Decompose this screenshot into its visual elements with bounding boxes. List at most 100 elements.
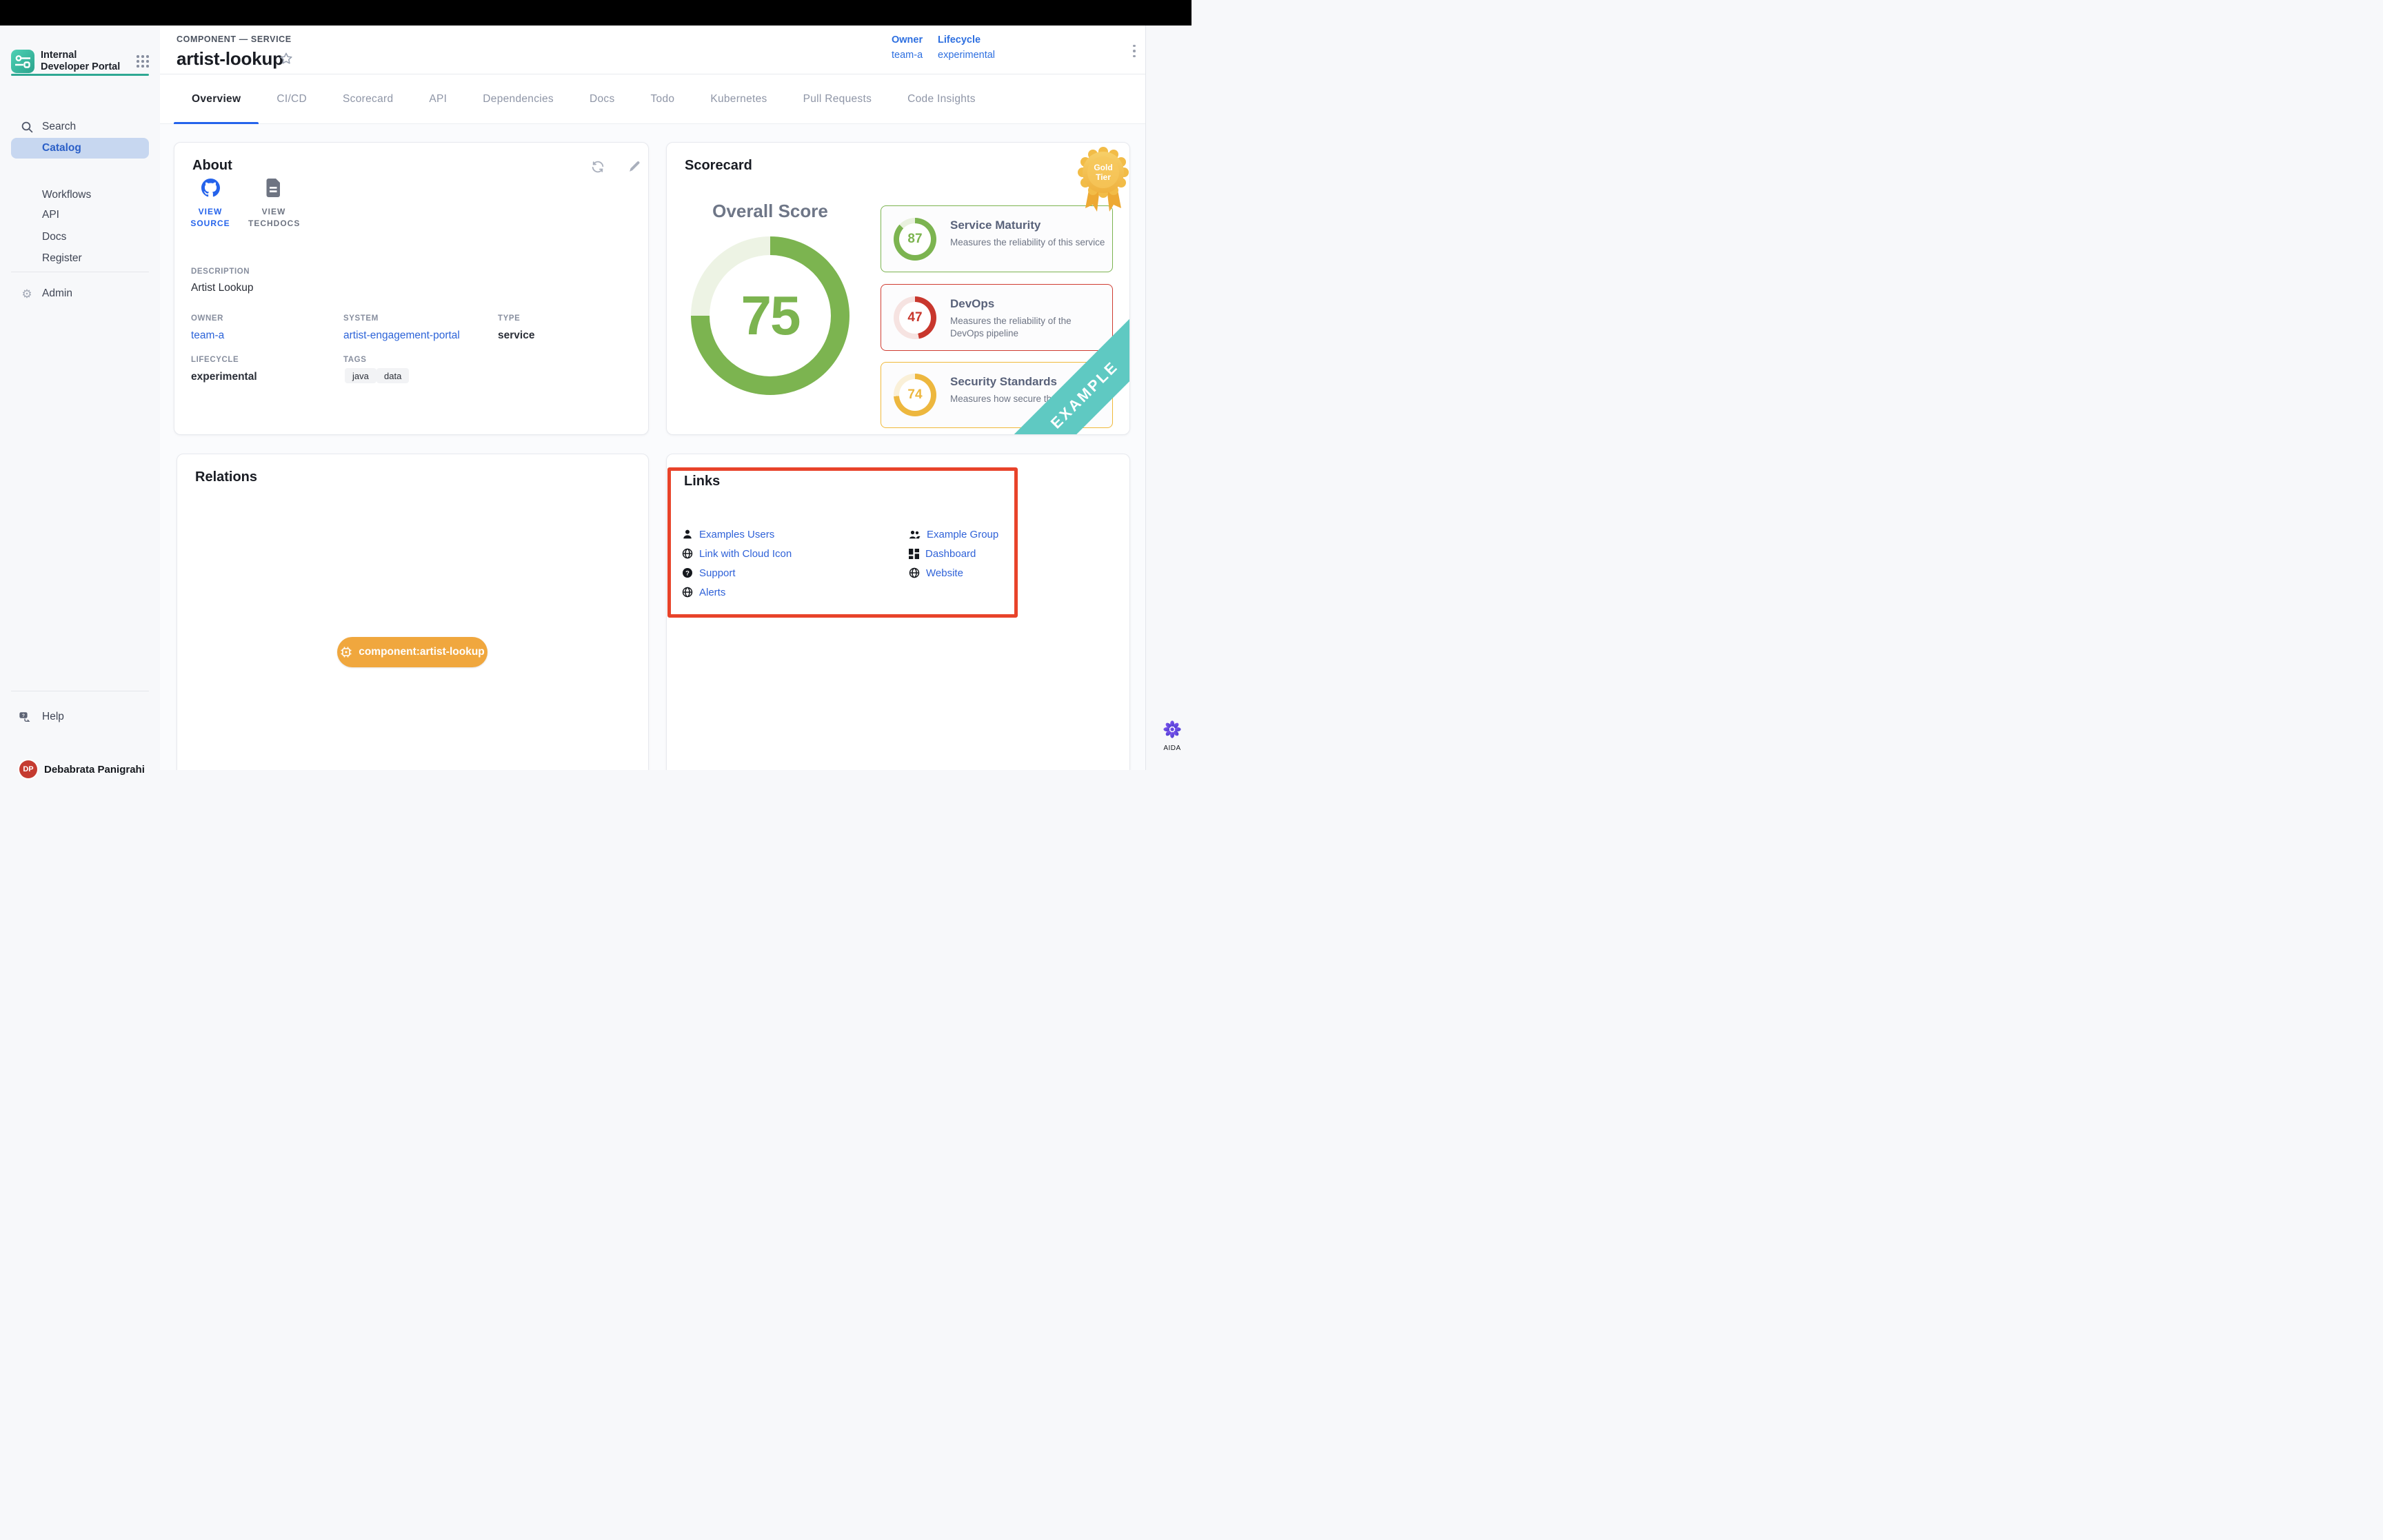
user-profile[interactable]: DP Debabrata Panigrahi <box>0 756 160 783</box>
sidebar-item-label: Search <box>42 121 76 133</box>
lifecycle-meta: Lifecycle experimental <box>938 32 995 63</box>
system-field-label: SYSTEM <box>343 314 379 323</box>
metric-title: Security Standards <box>950 375 1057 389</box>
app-logo-icon <box>11 50 34 73</box>
page-title: artist-lookup <box>177 48 283 70</box>
owner-label: Owner <box>892 32 923 48</box>
lifecycle-field-label: LIFECYCLE <box>191 356 239 364</box>
group-icon <box>909 529 921 540</box>
metric-card-devops[interactable]: 47 DevOps Measures the reliability of th… <box>881 284 1113 351</box>
relation-node-label: component:artist-lookup <box>359 646 485 658</box>
breadcrumb: COMPONENT — SERVICE <box>177 34 292 44</box>
tab-kubernetes[interactable]: Kubernetes <box>692 74 785 123</box>
description-value: Artist Lookup <box>191 282 253 294</box>
tab-scorecard[interactable]: Scorecard <box>325 74 411 123</box>
edit-pencil-icon[interactable] <box>627 159 642 174</box>
favorite-star-icon[interactable] <box>279 51 294 66</box>
link-item[interactable]: ? Support <box>682 566 736 580</box>
document-icon <box>265 179 282 197</box>
gear-icon: ⚙ <box>21 287 33 300</box>
sidebar-item-label: Register <box>42 252 82 265</box>
sidebar-item-label: Admin <box>42 287 72 300</box>
sidebar-item-catalog[interactable]: Catalog <box>11 138 149 159</box>
gold-tier-badge: Gold Tier <box>1076 145 1130 214</box>
link-label: Alerts <box>699 587 725 598</box>
sidebar-item-label: Catalog <box>42 142 81 154</box>
links-card: Links Examples Users Link with Cloud Ico… <box>666 454 1130 770</box>
app-title: Internal Developer Portal <box>41 50 122 73</box>
link-item[interactable]: Example Group <box>909 527 998 541</box>
sidebar-item-api[interactable]: API <box>0 205 160 225</box>
relation-node-component[interactable]: component:artist-lookup <box>337 637 487 667</box>
tab-bar: Overview CI/CD Scorecard API Dependencie… <box>160 74 1145 124</box>
overall-score-label: Overall Score <box>667 201 874 222</box>
badge-line2-slot: Tier <box>1096 172 1111 182</box>
scorecard-card: Scorecard Gold Tier Overall Score 75 <box>666 142 1130 435</box>
metric-card-service-maturity[interactable]: 87 Service Maturity Measures the reliabi… <box>881 205 1113 272</box>
tab-pull-requests[interactable]: Pull Requests <box>785 74 890 123</box>
tab-overview[interactable]: Overview <box>174 74 259 123</box>
type-field-label: TYPE <box>498 314 520 323</box>
chip-icon <box>340 646 352 658</box>
apps-grid-icon[interactable] <box>137 55 149 68</box>
overall-score-donut: 75 <box>691 236 849 395</box>
metric-score: 47 <box>907 310 922 325</box>
link-label: Website <box>926 567 963 579</box>
metric-title: Service Maturity <box>950 219 1040 232</box>
relations-card: Relations component:artist-lookup <box>177 454 649 770</box>
sidebar-item-help[interactable]: ? Help <box>0 707 160 727</box>
link-label: Example Group <box>927 529 998 540</box>
sidebar-item-admin[interactable]: ⚙ Admin <box>0 283 160 304</box>
metric-title: DevOps <box>950 297 994 311</box>
links-title: Links <box>684 474 720 489</box>
about-title: About <box>192 158 232 174</box>
user-name: Debabrata Panigrahi <box>44 764 145 776</box>
relations-title: Relations <box>195 469 257 485</box>
sidebar-item-search[interactable]: Search <box>0 116 160 137</box>
owner-field-value[interactable]: team-a <box>191 330 224 342</box>
tag-chip[interactable]: java <box>345 368 376 383</box>
aida-label: AIDA <box>1157 744 1187 752</box>
badge-line1-slot: Gold <box>1094 163 1112 172</box>
svg-text:?: ? <box>22 713 25 718</box>
tab-docs[interactable]: Docs <box>572 74 633 123</box>
metric-description: Measures the reliability of this service <box>950 236 1105 249</box>
tag-chip[interactable]: data <box>376 368 409 383</box>
link-item[interactable]: Website <box>909 566 963 580</box>
owner-value[interactable]: team-a <box>892 48 923 63</box>
view-techdocs-button[interactable]: VIEW TECHDOCS <box>248 179 299 230</box>
tab-cicd[interactable]: CI/CD <box>259 74 325 123</box>
sidebar-item-workflows[interactable]: Workflows <box>0 185 160 205</box>
tab-code-insights[interactable]: Code Insights <box>889 74 994 123</box>
sidebar-item-register[interactable]: Register <box>0 248 160 269</box>
links-highlight-box: Links Examples Users Link with Cloud Ico… <box>667 467 1018 618</box>
link-label: Dashboard <box>925 548 976 560</box>
aida-widget[interactable]: AIDA <box>1157 720 1187 752</box>
system-field-value[interactable]: artist-engagement-portal <box>343 330 460 342</box>
metric-ring: 87 <box>894 218 936 261</box>
owner-meta[interactable]: Owner team-a <box>892 32 923 63</box>
sidebar-item-docs[interactable]: Docs <box>0 227 160 247</box>
sidebar-item-label: API <box>42 209 59 221</box>
refresh-icon[interactable] <box>590 159 605 174</box>
link-label: Link with Cloud Icon <box>699 548 792 560</box>
about-card: About VIEW SOURCE <box>174 142 649 435</box>
link-item[interactable]: Link with Cloud Icon <box>682 547 792 560</box>
view-techdocs-label: VIEW TECHDOCS <box>248 206 299 230</box>
link-item[interactable]: Dashboard <box>909 547 976 560</box>
avatar: DP <box>19 760 37 778</box>
view-source-button[interactable]: VIEW SOURCE <box>185 179 236 230</box>
tab-api[interactable]: API <box>411 74 465 123</box>
github-icon <box>201 179 220 197</box>
sidebar-item-label: Help <box>42 711 64 723</box>
link-item[interactable]: Examples Users <box>682 527 774 541</box>
more-menu-icon[interactable] <box>1128 41 1140 61</box>
lifecycle-field-value: experimental <box>191 371 257 383</box>
lifecycle-value: experimental <box>938 48 995 63</box>
tab-dependencies[interactable]: Dependencies <box>465 74 572 123</box>
globe-icon <box>682 548 693 559</box>
globe-icon <box>682 587 693 598</box>
tab-todo[interactable]: Todo <box>633 74 693 123</box>
metric-ring: 74 <box>894 374 936 416</box>
link-item[interactable]: Alerts <box>682 585 725 599</box>
